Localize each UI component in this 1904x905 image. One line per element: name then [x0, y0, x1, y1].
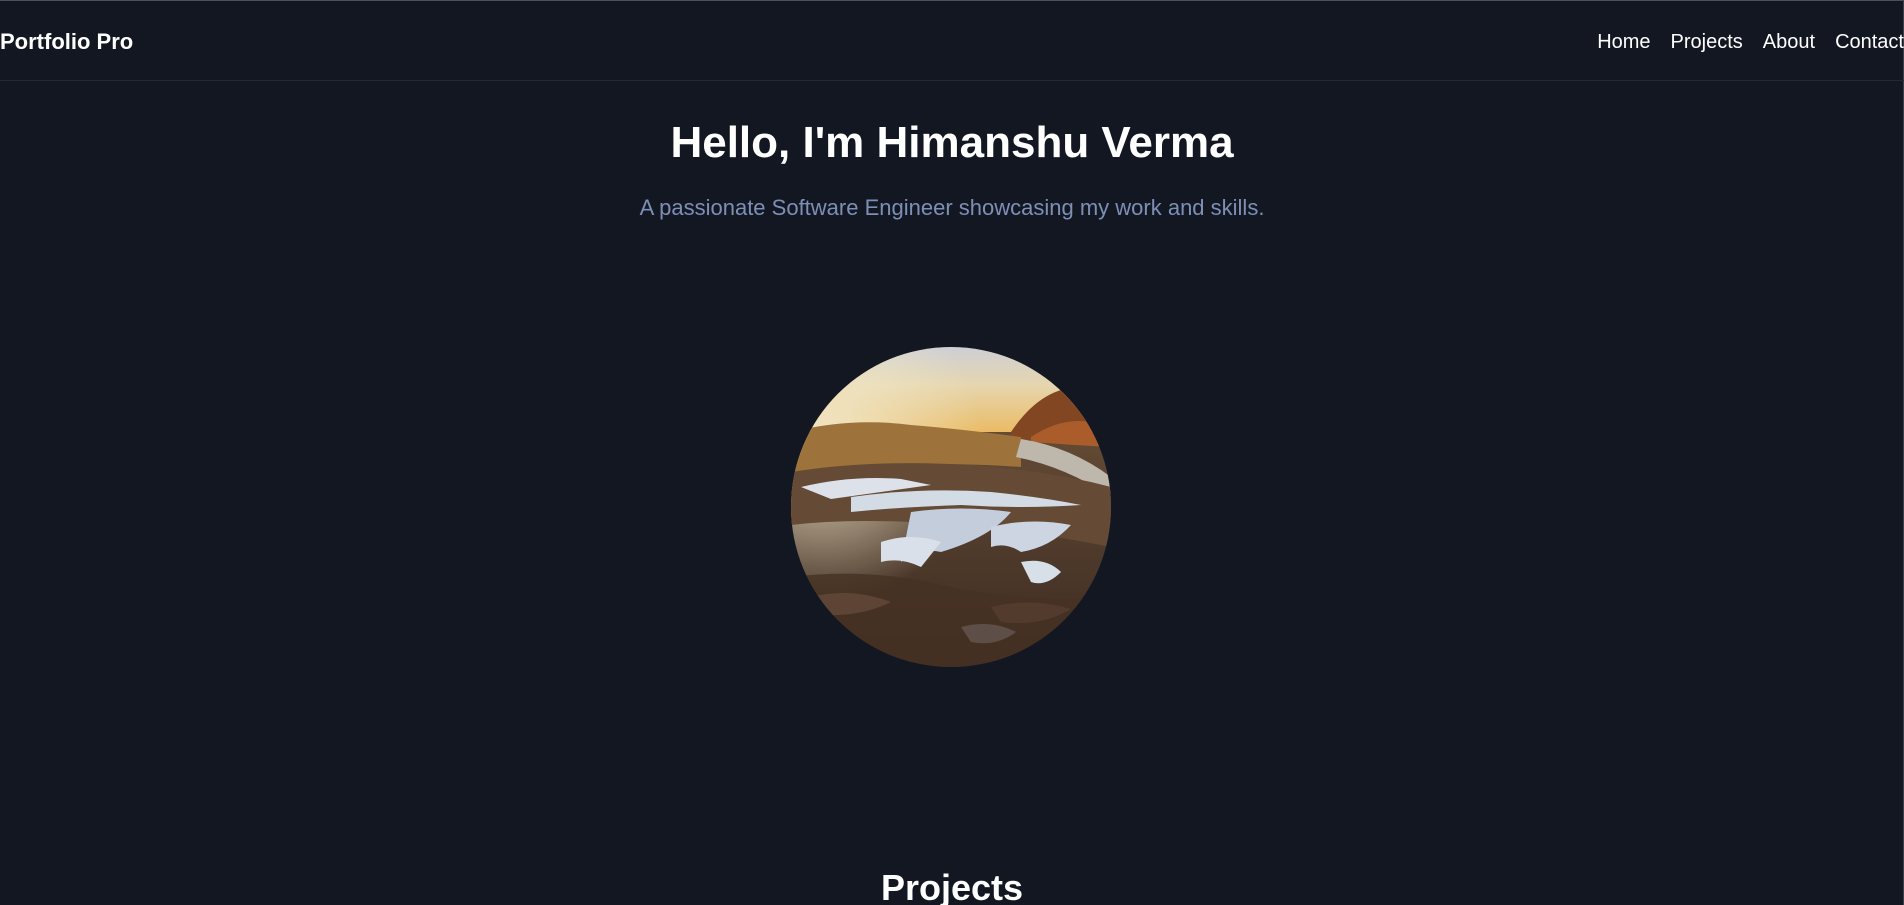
nav-link-home[interactable]: Home	[1597, 29, 1650, 55]
navbar: Portfolio Pro Home Projects About Contac…	[0, 1, 1904, 81]
brand-logo[interactable]: Portfolio Pro	[0, 29, 133, 55]
hero-title: Hello, I'm Himanshu Verma	[670, 118, 1234, 167]
nav-links: Home Projects About Contact	[1597, 29, 1904, 55]
nav-link-about[interactable]: About	[1763, 29, 1815, 55]
page: Portfolio Pro Home Projects About Contac…	[0, 0, 1904, 905]
hero-subtitle: A passionate Software Engineer showcasin…	[639, 195, 1265, 220]
projects-section-title: Projects	[880, 867, 1024, 905]
nav-link-projects[interactable]: Projects	[1671, 29, 1743, 55]
nav-link-contact[interactable]: Contact	[1835, 29, 1904, 55]
profile-photo	[791, 347, 1111, 667]
